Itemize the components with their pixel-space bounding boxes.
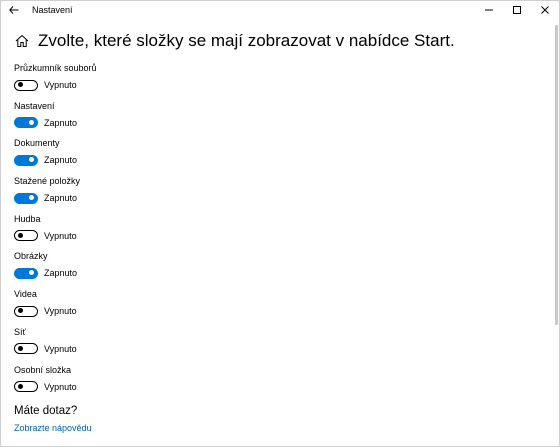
toggle-row: Zapnuto	[14, 117, 77, 129]
setting-label: Dokumenty	[14, 138, 60, 149]
toggle-knob	[29, 195, 34, 201]
toggle-row: Vypnuto	[14, 230, 77, 242]
page-title: Zvolte, které složky se mají zobrazovat …	[38, 31, 455, 50]
toggle-knob	[18, 308, 23, 314]
toggle-knob	[29, 157, 34, 163]
minimize-button[interactable]	[475, 1, 503, 19]
toggle-switch[interactable]	[14, 230, 38, 242]
toggle-switch[interactable]	[14, 192, 38, 204]
setting-item: Stažené položky Zapnuto	[14, 176, 414, 214]
setting-label: Stažené položky	[14, 176, 81, 187]
maximize-button[interactable]	[503, 1, 531, 19]
scrollbar[interactable]	[555, 25, 558, 325]
toggle-row: Zapnuto	[14, 154, 77, 166]
help-link[interactable]: Zobrazte nápovědu	[14, 423, 92, 433]
setting-label: Nastavení	[14, 100, 55, 111]
toggle-knob	[18, 232, 23, 238]
toggle-state-label: Vypnuto	[44, 80, 77, 90]
setting-item: Videa Vypnuto	[14, 289, 414, 327]
toggle-row: Zapnuto	[14, 192, 77, 204]
settings-window: Nastavení Zvolte, které složky se mají z…	[0, 0, 560, 447]
setting-item: Síť Vypnuto	[14, 327, 414, 365]
toggle-switch[interactable]	[14, 305, 38, 317]
toggle-state-label: Zapnuto	[44, 155, 78, 166]
toggle-state-label: Vypnuto	[44, 230, 77, 241]
toggle-switch[interactable]	[14, 343, 38, 355]
setting-item: Dokumenty Zapnuto	[14, 138, 414, 176]
toggle-knob	[18, 82, 23, 87]
toggle-state-label: Vypnuto	[44, 343, 77, 354]
toggle-knob	[18, 383, 23, 389]
maximize-icon	[513, 6, 521, 14]
toggle-switch[interactable]	[14, 154, 38, 166]
toggle-knob	[29, 119, 34, 125]
setting-label: Obrázky	[14, 251, 48, 262]
toggle-row: Vypnuto	[14, 343, 77, 355]
toggle-switch[interactable]	[14, 267, 38, 279]
toggle-knob	[29, 270, 34, 276]
folder-settings-list: Průzkumník souborů Vypnuto Nastavení Zapnut…	[14, 63, 414, 402]
help-title: Máte dotaz?	[14, 405, 78, 417]
toggle-state-label: Zapnuto	[44, 268, 78, 279]
toggle-row: Vypnuto	[14, 381, 77, 393]
toggle-switch[interactable]	[14, 381, 38, 392]
toggle-knob	[18, 345, 23, 351]
back-arrow-icon	[9, 6, 19, 14]
toggle-switch[interactable]	[14, 79, 38, 91]
setting-label: Osobní složka	[14, 364, 72, 375]
setting-label: Videa	[14, 289, 37, 300]
toggle-state-label: Zapnuto	[44, 193, 78, 204]
toggle-switch[interactable]	[14, 117, 38, 129]
setting-item: Obrázky Zapnuto	[14, 251, 414, 289]
minimize-icon	[485, 9, 493, 11]
setting-item: Průzkumník souborů Vypnuto	[14, 63, 414, 101]
close-button[interactable]	[531, 1, 559, 19]
toggle-state-label: Vypnuto	[44, 306, 77, 317]
back-button[interactable]	[4, 1, 24, 19]
toggle-row: Zapnuto	[14, 267, 77, 279]
setting-label: Síť	[14, 326, 26, 337]
toggle-row: Vypnuto	[14, 79, 77, 91]
toggle-state-label: Zapnuto	[44, 117, 78, 128]
setting-item: Hudba Vypnuto	[14, 214, 414, 252]
window-title: Nastavení	[32, 5, 73, 15]
setting-item: Osobní složka Vypnuto	[14, 365, 414, 403]
setting-item: Nastavení Zapnuto	[14, 101, 414, 139]
help-section: Máte dotaz? Zobrazte nápovědu	[14, 405, 92, 433]
home-icon	[15, 34, 29, 47]
title-bar: Nastavení	[1, 1, 559, 19]
page-header: Zvolte, které složky se mají zobrazovat …	[14, 29, 455, 53]
toggle-state-label: Vypnuto	[44, 381, 77, 392]
setting-label: Průzkumník souborů	[14, 63, 97, 73]
toggle-row: Vypnuto	[14, 305, 77, 317]
home-button[interactable]	[14, 33, 30, 49]
setting-label: Hudba	[14, 213, 41, 224]
close-icon	[541, 6, 549, 14]
